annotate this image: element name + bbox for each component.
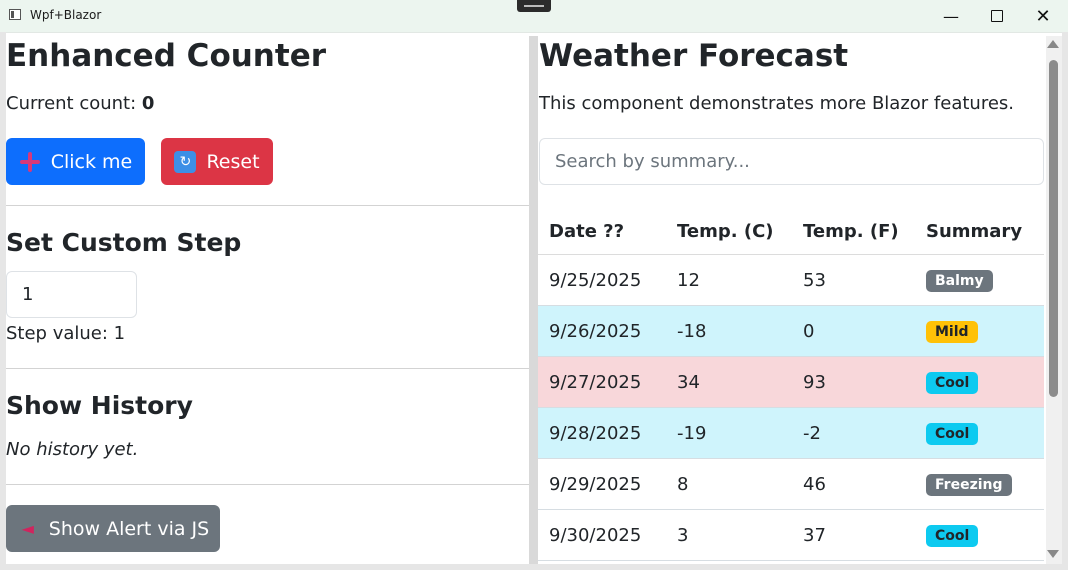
scrollbar-thumb[interactable] [1049,60,1058,397]
cell-date: 9/28/2025 [538,407,666,459]
table-header-row: Date ?? Temp. (C) Temp. (F) Summary [538,208,1044,255]
maximize-icon [991,10,1003,22]
drag-handle[interactable] [517,0,551,12]
current-count-line: Current count: 0 [6,92,154,115]
weather-description: This component demonstrates more Blazor … [539,93,1015,114]
pane-splitter[interactable] [529,36,538,564]
cell-summary: Freezing [915,458,1044,510]
cell-summary: Mild [915,305,1044,357]
col-header-temp-c[interactable]: Temp. (C) [666,208,792,255]
close-icon: ✕ [1035,5,1051,27]
step-input[interactable]: 1 [6,271,137,318]
show-alert-label: Show Alert via JS [48,517,210,540]
table-row: 9/29/2025 8 46 Freezing [538,458,1044,510]
summary-badge: Balmy [926,269,993,292]
table-row: 9/30/2025 3 37 Cool [538,509,1044,561]
cell-date: 9/27/2025 [538,356,666,408]
cell-summary: Cool [915,407,1044,459]
table-row: 9/25/2025 12 53 Balmy [538,254,1044,306]
summary-badge: Cool [926,422,979,445]
table-row: 9/27/2025 34 93 Cool [538,356,1044,408]
cell-date: 9/25/2025 [538,254,666,306]
weather-pane: Weather Forecast This component demonstr… [538,36,1046,564]
counter-pane: Enhanced Counter Current count: 0 Click … [6,36,529,564]
cell-temp-f: 93 [792,356,915,408]
cell-temp-f: 37 [792,509,915,561]
cell-temp-c: 12 [666,254,792,306]
click-me-label: Click me [50,150,133,173]
counter-title: Enhanced Counter [6,38,327,74]
cell-temp-f: 46 [792,458,915,510]
scroll-down-icon[interactable] [1047,550,1059,558]
col-header-date[interactable]: Date ?? [538,208,666,255]
close-button[interactable]: ✕ [1020,0,1066,32]
section-divider [6,205,529,206]
app-icon [9,9,21,20]
summary-badge: Cool [926,371,979,394]
col-header-temp-f[interactable]: Temp. (F) [792,208,915,255]
show-alert-button[interactable]: ◄ Show Alert via JS [6,505,220,552]
table-row: 9/26/2025 -18 0 Mild [538,305,1044,357]
weather-table: Date ?? Temp. (C) Temp. (F) Summary 9/25… [538,208,1044,561]
history-empty-text: No history yet. [6,439,139,460]
table-row: 9/28/2025 -19 -2 Cool [538,407,1044,459]
search-placeholder: Search by summary... [555,151,750,172]
cell-temp-c: 3 [666,509,792,561]
megaphone-icon: ◄ [21,518,34,538]
title-bar[interactable]: Wpf+Blazor — ✕ [0,0,1068,33]
cell-temp-c: 34 [666,356,792,408]
col-header-summary[interactable]: Summary [915,208,1044,255]
scroll-up-icon[interactable] [1047,40,1059,48]
cell-summary: Balmy [915,254,1044,306]
minimize-icon: — [943,6,959,26]
weather-title: Weather Forecast [539,38,849,74]
search-input[interactable]: Search by summary... [539,138,1044,185]
cell-date: 9/30/2025 [538,509,666,561]
window-frame-right [1062,32,1068,570]
cell-temp-c: 8 [666,458,792,510]
window-frame-bottom [0,564,1068,570]
reset-button[interactable]: ↻ Reset [161,138,273,185]
cell-date: 9/26/2025 [538,305,666,357]
maximize-button[interactable] [974,0,1020,32]
cell-date: 9/29/2025 [538,458,666,510]
section-divider [6,368,529,369]
summary-badge: Freezing [926,473,1012,496]
step-value-text: Step value: 1 [6,323,126,344]
arrows-counterclockwise-icon: ↻ [174,150,197,173]
cell-temp-c: -18 [666,305,792,357]
step-title: Set Custom Step [6,228,242,257]
plus-icon [19,151,41,173]
window-title: Wpf+Blazor [30,8,102,22]
click-me-button[interactable]: Click me [6,138,145,185]
summary-badge: Mild [926,320,978,343]
current-count-label: Current count: [6,93,137,114]
history-title: Show History [6,391,193,420]
cell-temp-f: 53 [792,254,915,306]
step-input-value: 1 [22,284,34,305]
cell-summary: Cool [915,356,1044,408]
summary-badge: Cool [926,524,979,547]
section-divider [6,484,529,485]
reset-label: Reset [206,150,260,173]
cell-temp-f: -2 [792,407,915,459]
cell-summary: Cool [915,509,1044,561]
cell-temp-c: -19 [666,407,792,459]
cell-temp-f: 0 [792,305,915,357]
minimize-button[interactable]: — [928,0,974,32]
current-count-value: 0 [141,93,155,114]
